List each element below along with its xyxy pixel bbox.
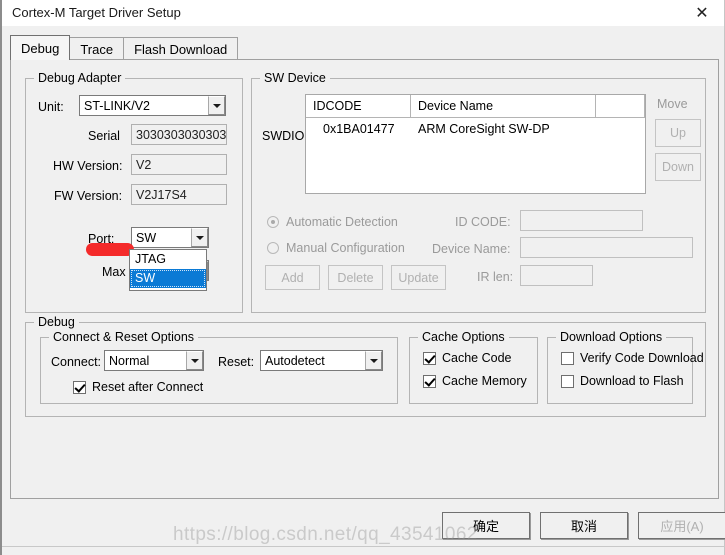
radio-indicator <box>267 216 279 228</box>
chevron-down-icon <box>186 351 203 370</box>
column-header-device-name: Device Name <box>411 95 596 117</box>
unit-combo[interactable]: ST-LINK/V2 <box>79 95 226 116</box>
port-option-sw[interactable]: SW <box>130 269 206 288</box>
group-cache-options: Cache Options Cache Code Cache Memory <box>409 330 538 404</box>
reset-label: Reset: <box>218 355 255 369</box>
device-table[interactable]: IDCODE Device Name 0x1BA01477 ARM CoreSi… <box>305 94 646 194</box>
move-up-button[interactable]: Up <box>655 119 701 147</box>
watermark-text: https://blog.csdn.net/qq_43541062 <box>173 524 478 545</box>
group-cache-options-legend: Cache Options <box>418 330 509 344</box>
manual-configuration-label: Manual Configuration <box>286 241 405 255</box>
checkbox-indicator <box>73 380 86 394</box>
column-header-idcode: IDCODE <box>306 95 411 117</box>
connect-combo-value: Normal <box>109 353 150 368</box>
verify-code-download-label: Verify Code Download <box>580 351 704 365</box>
tab-strip: Debug Trace Flash Download <box>10 35 239 60</box>
reset-combo-value: Autodetect <box>265 353 325 368</box>
add-button[interactable]: Add <box>265 265 320 290</box>
download-to-flash-checkbox[interactable]: Download to Flash <box>561 374 684 388</box>
device-name-field[interactable] <box>520 237 693 258</box>
device-name-label: Device Name: <box>432 242 511 256</box>
chevron-down-icon <box>208 96 225 115</box>
cache-code-label: Cache Code <box>442 351 512 365</box>
title-bar: Cortex-M Target Driver Setup ✕ <box>2 0 724 26</box>
ir-len-field[interactable] <box>520 265 593 286</box>
hw-version-label: HW Version: <box>53 159 123 173</box>
cell-device-name: ARM CoreSight SW-DP <box>418 122 550 136</box>
chevron-down-icon <box>365 351 382 370</box>
chevron-down-icon <box>191 228 208 247</box>
group-debug-adapter-legend: Debug Adapter <box>34 71 126 85</box>
serial-field[interactable]: 3030303030303030 <box>131 124 227 145</box>
move-label: Move <box>657 97 688 111</box>
id-code-field[interactable] <box>520 210 643 231</box>
fw-version-field[interactable]: V2J17S4 <box>131 184 227 205</box>
unit-label: Unit: <box>38 100 64 114</box>
apply-button[interactable]: 应用(A) <box>638 512 725 539</box>
reset-after-connect-checkbox[interactable]: Reset after Connect <box>73 380 203 394</box>
ok-button[interactable]: 确定 <box>442 512 530 539</box>
connect-label: Connect: <box>51 355 102 369</box>
port-combo[interactable]: SW <box>131 227 209 248</box>
fw-version-label: FW Version: <box>54 189 123 203</box>
group-connect-reset-legend: Connect & Reset Options <box>49 330 199 344</box>
annotation-highlight-port <box>86 243 134 256</box>
group-debug: Debug Connect & Reset Options Connect: N… <box>25 315 706 417</box>
connect-combo[interactable]: Normal <box>104 350 204 371</box>
close-icon[interactable]: ✕ <box>680 0 724 26</box>
group-connect-reset-options: Connect & Reset Options Connect: Normal … <box>40 330 398 404</box>
manual-configuration-radio[interactable]: Manual Configuration <box>267 241 405 255</box>
automatic-detection-label: Automatic Detection <box>286 215 398 229</box>
cache-memory-checkbox[interactable]: Cache Memory <box>423 374 527 388</box>
checkbox-indicator <box>561 374 574 388</box>
tab-trace[interactable]: Trace <box>69 37 125 60</box>
ir-len-label: IR len: <box>477 270 514 284</box>
cell-extra <box>596 118 645 140</box>
cache-memory-label: Cache Memory <box>442 374 527 388</box>
group-sw-device: SW Device SWDIO IDCODE Device Name 0x1BA… <box>251 71 706 313</box>
cell-idcode: 0x1BA01477 <box>323 122 395 136</box>
tab-flash-download[interactable]: Flash Download <box>123 37 239 60</box>
group-debug-legend: Debug <box>34 315 79 329</box>
footer-divider <box>2 546 725 547</box>
checkbox-indicator <box>423 374 436 388</box>
download-to-flash-label: Download to Flash <box>580 374 684 388</box>
hw-version-field[interactable]: V2 <box>131 154 227 175</box>
port-combo-value: SW <box>136 230 157 245</box>
table-row[interactable]: 0x1BA01477 ARM CoreSight SW-DP <box>306 118 645 140</box>
update-button[interactable]: Update <box>391 265 446 290</box>
swdio-label: SWDIO <box>262 129 305 143</box>
reset-after-connect-label: Reset after Connect <box>92 380 204 394</box>
group-download-options: Download Options Verify Code Download Do… <box>547 330 704 404</box>
group-download-options-legend: Download Options <box>556 330 667 344</box>
port-option-jtag[interactable]: JTAG <box>130 250 206 269</box>
dialog-window: Cortex-M Target Driver Setup ✕ Debug Tra… <box>0 0 725 555</box>
tab-debug[interactable]: Debug <box>10 35 71 60</box>
group-sw-device-legend: SW Device <box>260 71 330 85</box>
tab-page-debug: Debug Adapter Unit: ST-LINK/V2 Serial 30… <box>10 59 719 499</box>
unit-combo-value: ST-LINK/V2 <box>84 98 150 113</box>
port-dropdown-list[interactable]: JTAG SW <box>129 249 207 291</box>
id-code-label: ID CODE: <box>455 215 511 229</box>
move-down-button[interactable]: Down <box>655 153 701 181</box>
checkbox-indicator <box>561 351 574 365</box>
page-title: Cortex-M Target Driver Setup <box>12 5 181 20</box>
max-label: Max <box>102 265 126 279</box>
serial-label: Serial <box>88 129 120 143</box>
verify-code-download-checkbox[interactable]: Verify Code Download <box>561 351 704 365</box>
delete-button[interactable]: Delete <box>328 265 383 290</box>
automatic-detection-radio[interactable]: Automatic Detection <box>267 215 398 229</box>
cancel-button[interactable]: 取消 <box>540 512 628 539</box>
checkbox-indicator <box>423 351 436 365</box>
column-header-extra <box>596 95 645 117</box>
device-table-header: IDCODE Device Name <box>306 95 645 118</box>
reset-combo[interactable]: Autodetect <box>260 350 383 371</box>
radio-indicator <box>267 242 279 254</box>
cache-code-checkbox[interactable]: Cache Code <box>423 351 512 365</box>
